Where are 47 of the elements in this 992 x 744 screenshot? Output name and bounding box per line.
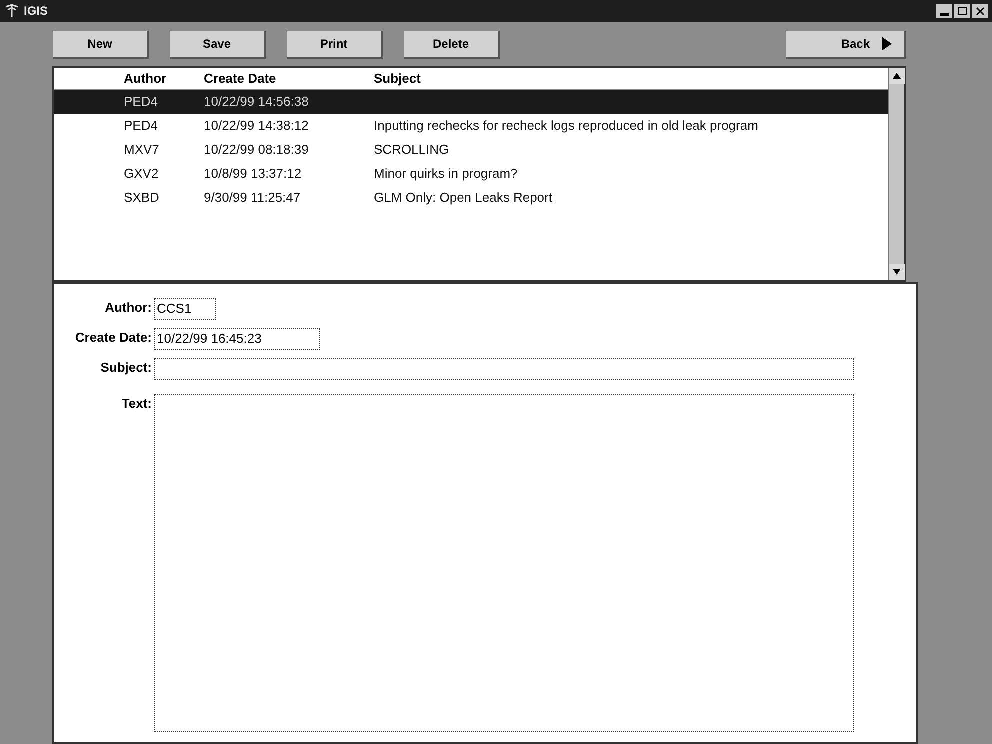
table-cell: PED4	[124, 94, 158, 110]
table-cell: 10/22/99 08:18:39	[204, 142, 309, 158]
list-row[interactable]: GXV2 10/8/99 13:37:12 Minor quirks in program?	[54, 162, 888, 186]
list-row[interactable]: SXBD 9/30/99 11:25:47 GLM Only: Open Leaks Report	[54, 186, 888, 210]
list-row[interactable]: PED4 10/22/99 14:56:38	[54, 90, 888, 114]
input-field[interactable]	[154, 358, 854, 380]
input-field[interactable]	[154, 394, 854, 732]
table-cell: Minor quirks in program?	[374, 166, 518, 182]
table-cell: SXBD	[124, 190, 160, 206]
column-header[interactable]: Subject	[374, 70, 421, 86]
table-cell: PED4	[124, 118, 158, 134]
field-label: Subject:	[100, 359, 152, 377]
table-cell: 9/30/99 11:25:47	[204, 190, 301, 206]
column-header[interactable]: Create Date	[204, 70, 276, 86]
table-cell: SCROLLING	[374, 142, 450, 158]
field-label: Author:	[105, 299, 152, 317]
back-button[interactable]: Back	[786, 31, 906, 59]
scrollbar[interactable]	[888, 68, 904, 280]
toolbar-button[interactable]: Print	[287, 31, 383, 59]
toolbar-button[interactable]: Delete	[404, 31, 500, 59]
toolbar-button[interactable]: Save	[170, 31, 266, 59]
maximize-icon	[956, 6, 968, 16]
table-cell: MXV7	[124, 142, 160, 158]
minimize-icon	[940, 12, 948, 16]
field-label: Create Date:	[75, 329, 152, 347]
input-field[interactable]: CCS1	[154, 298, 216, 320]
list-row[interactable]: MXV7 10/22/99 08:18:39 SCROLLING	[54, 138, 888, 162]
close-icon	[974, 6, 986, 16]
list-row[interactable]: PED4 10/22/99 14:38:12 Inputting rechecks for recheck logs reproduced in old leak program	[54, 114, 888, 138]
close-button[interactable]	[972, 4, 988, 18]
toolbar-button[interactable]: New	[53, 31, 149, 59]
field-label: Text:	[122, 395, 152, 413]
table-cell: 10/8/99 13:37:12	[204, 166, 302, 182]
input-field[interactable]: 10/22/99 16:45:23	[154, 328, 320, 350]
table-cell: 10/22/99 14:38:12	[204, 118, 309, 134]
minimize-button[interactable]	[936, 4, 952, 18]
play-arrow-icon	[882, 37, 892, 51]
maximize-button[interactable]	[954, 4, 970, 18]
table-cell: GXV2	[124, 166, 159, 182]
scroll-down-icon[interactable]	[889, 264, 905, 280]
table-cell: 10/22/99 14:56:38	[204, 94, 309, 110]
column-header[interactable]: Author	[124, 70, 167, 86]
app-icon	[4, 4, 20, 18]
table-cell: GLM Only: Open Leaks Report	[374, 190, 552, 206]
scroll-up-icon[interactable]	[889, 68, 905, 84]
table-cell: Inputting rechecks for recheck logs reproduced in old leak program	[374, 118, 758, 134]
window-title: IGIS	[24, 3, 48, 20]
